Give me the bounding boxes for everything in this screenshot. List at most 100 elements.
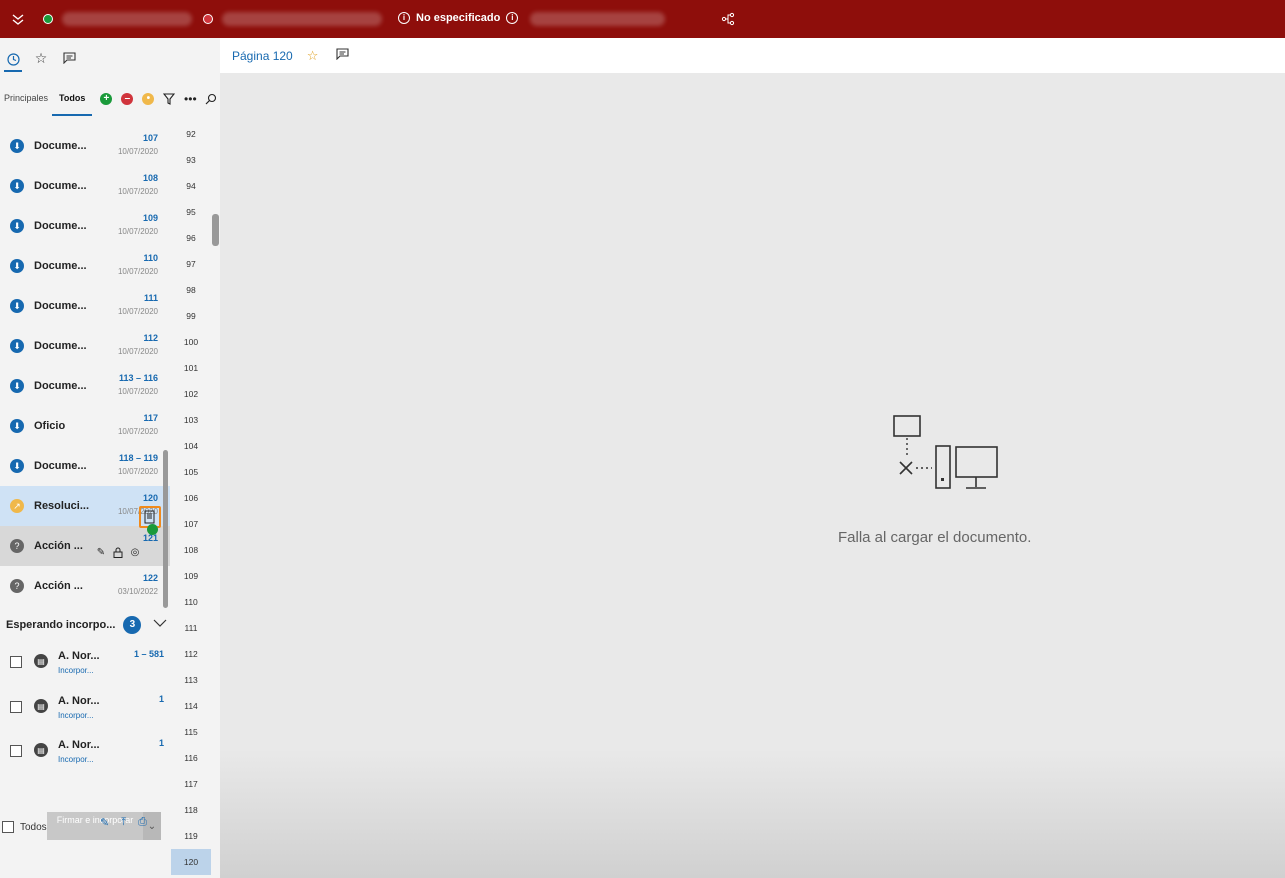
page-thumbnail[interactable]: 101 bbox=[171, 355, 211, 381]
page-thumbnail[interactable]: 106 bbox=[171, 485, 211, 511]
tab-principales[interactable]: Principales bbox=[0, 82, 52, 116]
status-dot bbox=[147, 524, 158, 535]
list-item[interactable]: ⬇ Docume... 110 10/07/2020 bbox=[0, 246, 170, 286]
blurred-text bbox=[62, 12, 192, 26]
list-item[interactable]: ⬇ Docume... 118 – 119 10/07/2020 bbox=[0, 446, 170, 486]
footer-toolbar: ✎ ⤒ ⎙ bbox=[100, 816, 147, 829]
add-icon[interactable]: + bbox=[99, 92, 113, 106]
page-thumbnail[interactable]: 117 bbox=[171, 771, 211, 797]
file-icon: ▤ bbox=[34, 743, 48, 757]
tab-todos[interactable]: Todos bbox=[52, 82, 93, 116]
checkbox[interactable] bbox=[10, 745, 22, 757]
list-item[interactable]: ⬇ Docume... 113 – 116 10/07/2020 bbox=[0, 366, 170, 406]
page-thumbnail[interactable]: 118 bbox=[171, 797, 211, 823]
comment-icon[interactable] bbox=[336, 48, 349, 63]
pending-item[interactable]: ▤ A. Nor... Incorpor... 1 – 581 bbox=[0, 642, 170, 686]
page-thumbnail[interactable]: 115 bbox=[171, 719, 211, 745]
page-thumbnail[interactable]: 95 bbox=[171, 199, 211, 225]
page-thumbnail[interactable]: 99 bbox=[171, 303, 211, 329]
list-item[interactable]: ⬇ Docume... 108 10/07/2020 bbox=[0, 166, 170, 206]
lock-icon[interactable] bbox=[112, 546, 124, 558]
checkbox[interactable] bbox=[10, 656, 22, 668]
page-thumbnail[interactable]: 96 bbox=[171, 225, 211, 251]
list-item[interactable]: ⬇ Docume... 107 10/07/2020 bbox=[0, 126, 170, 166]
chevron-double-down-icon[interactable] bbox=[10, 11, 26, 27]
page-scrollbar[interactable] bbox=[212, 214, 219, 246]
print-icon[interactable]: ⎙ bbox=[138, 816, 147, 829]
group-header[interactable]: Esperando incorpo... 3 bbox=[0, 608, 170, 642]
info-icon[interactable]: i bbox=[506, 12, 519, 24]
list-item[interactable]: ⬇ Docume... 109 10/07/2020 bbox=[0, 206, 170, 246]
file-icon: ▤ bbox=[34, 699, 48, 713]
page-thumbnail[interactable]: 98 bbox=[171, 277, 211, 303]
top-bar: i No especificado i bbox=[0, 0, 1285, 38]
document-icon: ⬇ bbox=[10, 179, 24, 193]
document-icon: ⬇ bbox=[10, 259, 24, 273]
page-title: Página 120 bbox=[232, 48, 293, 63]
pending-icon[interactable]: • bbox=[141, 92, 155, 106]
document-icon: ⬇ bbox=[10, 419, 24, 433]
row-actions: ✎ ◎ bbox=[95, 546, 141, 558]
page-thumbnail[interactable]: 107 bbox=[171, 511, 211, 537]
question-icon: ? bbox=[10, 539, 24, 553]
document-viewer bbox=[220, 73, 1285, 878]
page-thumbnail[interactable]: 103 bbox=[171, 407, 211, 433]
list-item[interactable]: ? Acción ... 122 03/10/2022 bbox=[0, 566, 170, 606]
group-title: Esperando incorpo... bbox=[6, 619, 116, 631]
list-item[interactable]: ⬇ Docume... 111 10/07/2020 bbox=[0, 286, 170, 326]
pending-item[interactable]: ▤ A. Nor... Incorpor... 1 bbox=[0, 687, 170, 731]
page-thumbnail[interactable]: 110 bbox=[171, 589, 211, 615]
more-icon[interactable]: ••• bbox=[183, 92, 197, 106]
page-thumbnail[interactable]: 100 bbox=[171, 329, 211, 355]
status-text: No especificado bbox=[416, 12, 501, 24]
page-thumbnail[interactable]: 109 bbox=[171, 563, 211, 589]
comment-icon[interactable] bbox=[60, 49, 78, 67]
info-icon: i bbox=[398, 12, 410, 24]
page-thumbnail[interactable]: 104 bbox=[171, 433, 211, 459]
status-indicator: i No especificado i bbox=[398, 12, 519, 24]
add-icon[interactable] bbox=[40, 11, 56, 27]
page-thumbnail[interactable]: 102 bbox=[171, 381, 211, 407]
question-icon: ? bbox=[10, 579, 24, 593]
pending-item[interactable]: ▤ A. Nor... Incorpor... 1 bbox=[0, 731, 170, 775]
star-icon[interactable]: ☆ bbox=[307, 48, 319, 64]
page-thumbnail[interactable]: 116 bbox=[171, 745, 211, 771]
filter-icon[interactable] bbox=[162, 92, 176, 106]
document-icon: ⬇ bbox=[10, 459, 24, 473]
remove-icon[interactable]: – bbox=[120, 92, 134, 106]
edit-icon[interactable]: ✎ bbox=[100, 816, 109, 829]
page-thumbnail[interactable]: 119 bbox=[171, 823, 211, 849]
page-thumbnail[interactable]: 92 bbox=[171, 121, 211, 147]
list-item[interactable]: ⬇ Oficio 117 10/07/2020 bbox=[0, 406, 170, 446]
clock-icon[interactable] bbox=[4, 44, 22, 72]
upload-icon[interactable]: ⤒ bbox=[121, 816, 126, 829]
search-icon[interactable] bbox=[204, 92, 218, 106]
list-item[interactable]: ⬇ Docume... 112 10/07/2020 bbox=[0, 326, 170, 366]
chevron-down-icon[interactable] bbox=[153, 619, 167, 631]
document-icon: ⬇ bbox=[10, 379, 24, 393]
select-all-checkbox[interactable] bbox=[2, 821, 14, 833]
page-thumbnail[interactable]: 105 bbox=[171, 459, 211, 485]
page-thumbnail[interactable]: 93 bbox=[171, 147, 211, 173]
share-icon[interactable] bbox=[720, 11, 736, 27]
page-thumbnail[interactable]: 112 bbox=[171, 641, 211, 667]
page-thumbnail[interactable]: 120 bbox=[171, 849, 211, 875]
page-thumbnail[interactable]: 108 bbox=[171, 537, 211, 563]
checkbox[interactable] bbox=[10, 701, 22, 713]
select-all-label: Todos bbox=[20, 821, 47, 833]
page-thumbnail[interactable]: 113 bbox=[171, 667, 211, 693]
list-scrollbar[interactable] bbox=[163, 450, 168, 608]
hide-icon[interactable]: ◎ bbox=[129, 546, 141, 558]
remove-icon[interactable] bbox=[200, 11, 216, 27]
filter-tabs: Principales Todos + – • ••• bbox=[0, 82, 220, 116]
document-icon: ⬇ bbox=[10, 339, 24, 353]
page-thumbnail[interactable]: 114 bbox=[171, 693, 211, 719]
star-icon[interactable]: ☆ bbox=[32, 49, 50, 67]
page-thumbnail[interactable]: 97 bbox=[171, 251, 211, 277]
list-item[interactable]: ? Acción ... 121 ✎ ◎ bbox=[0, 526, 170, 566]
page-thumbnail[interactable]: 94 bbox=[171, 173, 211, 199]
document-icon: ⬇ bbox=[10, 139, 24, 153]
sign-icon[interactable]: ✎ bbox=[95, 546, 107, 558]
page-thumbnail[interactable]: 111 bbox=[171, 615, 211, 641]
file-icon: ▤ bbox=[34, 654, 48, 668]
